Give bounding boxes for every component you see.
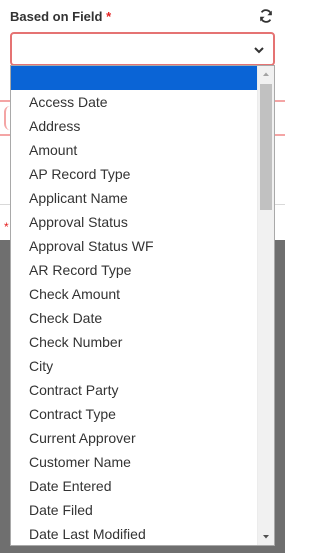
scrollbar[interactable]	[257, 66, 274, 545]
dropdown-option[interactable]: Customer Name	[11, 450, 259, 474]
scroll-thumb[interactable]	[260, 84, 272, 210]
required-marker: *	[106, 9, 112, 24]
dropdown-option[interactable]: Check Date	[11, 306, 259, 330]
background-required-marker: *	[4, 220, 9, 234]
dropdown-option[interactable]: AP Record Type	[11, 162, 259, 186]
dropdown-option[interactable]: Amount	[11, 138, 259, 162]
dropdown-option[interactable]: Date Last Modified	[11, 522, 259, 545]
dropdown-option[interactable]: Access Date	[11, 90, 259, 114]
dropdown-option[interactable]: Current Approver	[11, 426, 259, 450]
dropdown-option[interactable]: Check Number	[11, 330, 259, 354]
dropdown-option[interactable]: Approval Status WF	[11, 234, 259, 258]
chevron-down-icon	[254, 47, 264, 54]
dropdown-option[interactable]: Date Filed	[11, 498, 259, 522]
field-label: Based on Field *	[10, 9, 111, 24]
dropdown-option[interactable]: City	[11, 354, 259, 378]
field-label-text: Based on Field	[10, 9, 103, 24]
dropdown-option[interactable]: AR Record Type	[11, 258, 259, 282]
dropdown-option[interactable]: Applicant Name	[11, 186, 259, 210]
dropdown-option[interactable]: Contract Type	[11, 402, 259, 426]
dropdown-option[interactable]: Contract Party	[11, 378, 259, 402]
options-list: Access Date Address Amount AP Record Type Ap…	[11, 66, 259, 545]
scroll-up-arrow-icon[interactable]	[258, 66, 274, 82]
dropdown-option[interactable]: Address	[11, 114, 259, 138]
dropdown-option[interactable]: Approval Status	[11, 210, 259, 234]
scroll-down-arrow-icon[interactable]	[258, 529, 274, 545]
dropdown-option[interactable]: Date Entered	[11, 474, 259, 498]
dropdown-list[interactable]: Access Date Address Amount AP Record Type Ap…	[10, 65, 275, 546]
field-select[interactable]	[10, 32, 275, 66]
dropdown-option[interactable]: Check Amount	[11, 282, 259, 306]
dropdown-option-selected[interactable]	[11, 66, 259, 90]
refresh-icon[interactable]	[258, 8, 274, 24]
